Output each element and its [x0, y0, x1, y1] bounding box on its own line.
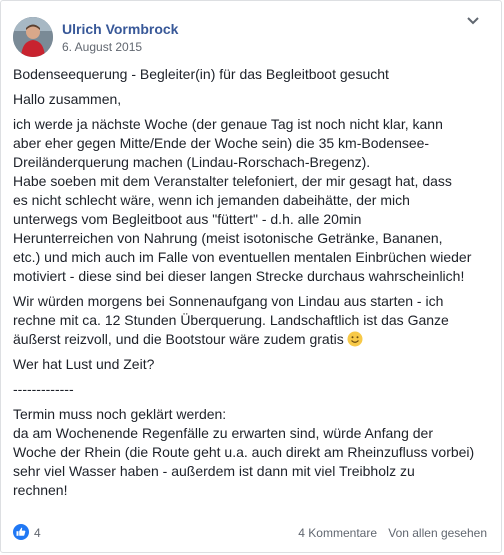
text-line: da am Wochenende Regenfälle zu erwarten … — [13, 425, 434, 441]
post-footer: 4 4 Kommentare Von allen gesehen — [13, 522, 489, 542]
chevron-down-icon[interactable] — [463, 13, 483, 29]
post-separator: ------------- — [13, 381, 74, 397]
post-greeting: Hallo zusammen, — [13, 91, 122, 107]
post-title: Bodenseequerung - Begleiter(in) für das … — [13, 66, 389, 82]
text-line: unterwegs vom Begleitboot aus "füttert" … — [13, 211, 362, 227]
text-line-with-emoji: äußerst reizvoll, und die Bootstour wäre… — [13, 330, 489, 349]
text-line: aber eher gegen Mitte/Ende der Woche sei… — [13, 135, 430, 151]
text-line: etc.) und mich auch im Falle von eventue… — [13, 249, 472, 265]
author-name[interactable]: Ulrich Vormbrock — [62, 21, 178, 37]
text-line: motiviert - diese sind bei dieser langen… — [13, 268, 465, 284]
post-question: Wer hat Lust und Zeit? — [13, 356, 155, 372]
post-card: Ulrich Vormbrock 6. August 2015 Bodensee… — [0, 0, 502, 553]
post-date[interactable]: 6. August 2015 — [62, 40, 142, 54]
text-line: ich werde ja nächste Woche (der genaue T… — [13, 116, 443, 132]
text-segment: äußerst reizvoll, und die Bootstour wäre… — [13, 331, 344, 347]
text-line: rechnen! — [13, 482, 68, 498]
text-line: Wir würden morgens bei Sonnenaufgang von… — [13, 293, 444, 309]
text-line: Habe soeben mit dem Veranstalter telefon… — [13, 173, 452, 189]
post-body: Bodenseequerung - Begleiter(in) für das … — [13, 65, 489, 500]
text-line: Woche der Rhein (die Route geht u.a. auc… — [13, 444, 475, 460]
thumbs-up-icon[interactable] — [13, 524, 29, 540]
avatar[interactable] — [13, 17, 53, 57]
comments-link[interactable]: 4 Kommentare — [298, 526, 377, 540]
post-paragraph-1: ich werde ja nächste Woche (der genaue T… — [13, 115, 489, 286]
smiley-icon — [347, 331, 363, 347]
text-line: Dreiländerquerung machen (Lindau-Rorscha… — [13, 154, 371, 170]
text-line: Termin muss noch geklärt werden: — [13, 406, 227, 422]
text-line: Herunterreichen von Nahrung (meist isoto… — [13, 230, 443, 246]
like-count[interactable]: 4 — [34, 526, 41, 540]
text-line: sehr viel Wasser haben - außerdem ist da… — [13, 463, 415, 479]
post-paragraph-3: Termin muss noch geklärt werden: da am W… — [13, 405, 489, 500]
seen-by-all-link[interactable]: Von allen gesehen — [388, 526, 487, 540]
avatar-photo — [13, 17, 53, 57]
post-paragraph-2: Wir würden morgens bei Sonnenaufgang von… — [13, 292, 489, 349]
post-header: Ulrich Vormbrock 6. August 2015 — [13, 13, 483, 57]
text-line: es nicht schlecht wäre, wenn ich jemande… — [13, 192, 410, 208]
text-line: rechne mit ca. 12 Stunden Überquerung. L… — [13, 312, 449, 328]
